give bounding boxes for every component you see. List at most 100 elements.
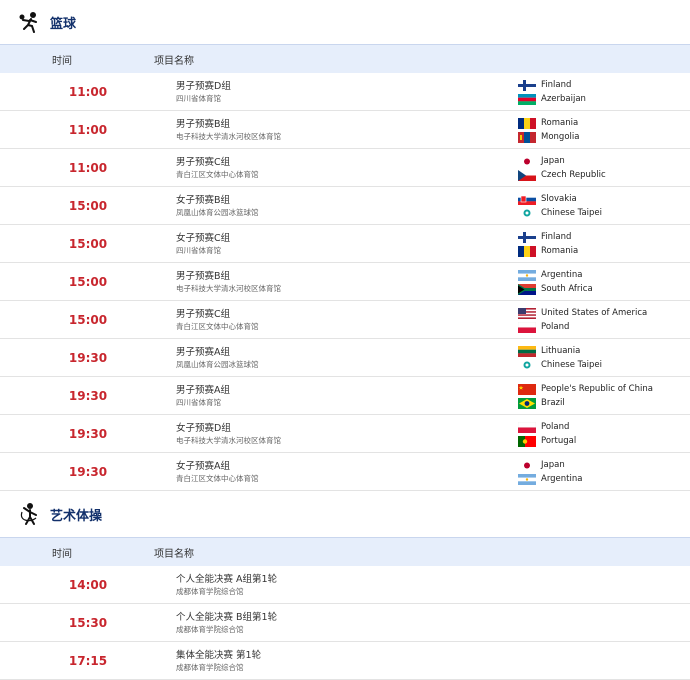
event-time: 15:00 [68,274,108,289]
event-time: 11:00 [68,84,108,99]
event-time: 11:00 [68,160,108,175]
team-entry: Mongolia [518,130,579,144]
venue-name: 成都体育学院综合馆 [176,662,244,672]
flag-finland-icon [518,79,536,91]
flag-japan-icon [518,459,536,471]
venue-name: 成都体育学院综合馆 [176,624,244,634]
team-name: Lithuania [541,346,581,356]
flag-poland-icon [518,421,536,433]
team-name: Finland [541,80,572,90]
section-title: 艺术体操 [50,508,103,524]
event-name: 男子预赛A组 [176,346,230,358]
flag-portugal-icon [518,435,536,447]
venue-name: 电子科技大学清水河校区体育馆 [176,435,281,445]
event-name: 女子预赛B组 [176,194,231,206]
team-entry: Brazil [518,396,653,410]
table-row[interactable]: 19:30 男子预赛A组 凤凰山体育公园冰篮球馆 Lithuania Chinese T… [0,339,690,377]
team-entry: Chinese Taipei [518,206,602,220]
table-row[interactable]: 19:30 男子预赛A组 四川省体育馆 People's Republic of Ch… [0,377,690,415]
event-time: 19:30 [68,464,108,479]
team-name: Finland [541,232,572,242]
flag-argentina-icon [518,269,536,281]
team-entry: Japan [518,154,606,168]
event-time: 14:00 [68,577,108,592]
event-time: 15:30 [68,615,108,630]
flag-chinese-taipei-icon [518,207,536,219]
matchup: Finland Azerbaijan [518,78,586,106]
event-name: 男子预赛B组 [176,270,231,282]
venue-name: 电子科技大学清水河校区体育馆 [176,131,281,141]
venue-name: 四川省体育馆 [176,245,221,255]
team-name: Chinese Taipei [541,208,603,218]
table-row[interactable]: 15:30 个人全能决赛 B组第1轮 成都体育学院综合馆 [0,604,690,642]
team-entry: Slovakia [518,192,602,206]
table-row[interactable]: 19:30 女子预赛D组 电子科技大学清水河校区体育馆 Poland Portugal [0,415,690,453]
table-row[interactable]: 15:00 女子预赛B组 凤凰山体育公园冰篮球馆 Slovakia Chinese Ta… [0,187,690,225]
event-time: 11:00 [68,122,108,137]
event-name: 男子预赛B组 [176,118,231,130]
table-header: 时间 项目名称 [0,44,690,73]
team-entry: Finland [518,78,586,92]
matchup: People's Republic of China Brazil [518,382,653,410]
team-entry: Argentina [518,268,593,282]
event-name: 个人全能决赛 B组第1轮 [176,611,278,623]
event-time: 15:00 [68,312,108,327]
venue-name: 电子科技大学清水河校区体育馆 [176,283,281,293]
team-name: Mongolia [541,132,580,142]
event-time: 15:00 [68,236,108,251]
table-row[interactable]: 15:00 女子预赛C组 四川省体育馆 Finland Romania [0,225,690,263]
event-name: 男子预赛A组 [176,384,230,396]
team-entry: People's Republic of China [518,382,653,396]
venue-name: 成都体育学院综合馆 [176,586,244,596]
event-time: 17:15 [68,653,108,668]
matchup: Finland Romania [518,230,578,258]
event-time: 19:30 [68,388,108,403]
team-name: People's Republic of China [541,384,653,394]
matchup: United States of America Poland [518,306,647,334]
team-entry: Argentina [518,472,582,486]
flag-romania-icon [518,117,536,129]
team-name: Slovakia [541,194,577,204]
table-row[interactable]: 11:00 男子预赛C组 青白江区文体中心体育馆 Japan Czech Republi… [0,149,690,187]
section-title: 篮球 [50,16,77,32]
table-row[interactable]: 19:30 女子预赛A组 青白江区文体中心体育馆 Japan Argentina [0,453,690,491]
column-header-time: 时间 [52,548,72,560]
table-row[interactable]: 15:00 男子预赛B组 电子科技大学清水河校区体育馆 Argentina South … [0,263,690,301]
team-entry: Poland [518,420,576,434]
venue-name: 凤凰山体育公园冰篮球馆 [176,359,259,369]
team-name: Chinese Taipei [541,360,603,370]
team-name: Poland [541,422,570,432]
team-name: Poland [541,322,570,332]
table-row[interactable]: 11:00 男子预赛D组 四川省体育馆 Finland Azerbaijan [0,73,690,111]
flag-japan-icon [518,155,536,167]
team-entry: Romania [518,116,579,130]
event-time: 19:30 [68,426,108,441]
column-header-event: 项目名称 [154,55,194,67]
flag-people-s-republic-of-china-icon [518,383,536,395]
event-name: 男子预赛D组 [176,80,231,92]
flag-romania-icon [518,245,536,257]
team-name: United States of America [541,308,648,318]
basketball-section-header: 篮球 [0,0,690,44]
flag-slovakia-icon [518,193,536,205]
venue-name: 凤凰山体育公园冰篮球馆 [176,207,259,217]
matchup: Slovakia Chinese Taipei [518,192,602,220]
event-time: 19:30 [68,350,108,365]
table-row[interactable]: 17:15 集体全能决赛 第1轮 成都体育学院综合馆 [0,642,690,680]
event-name: 女子预赛A组 [176,460,230,472]
flag-finland-icon [518,231,536,243]
table-row[interactable]: 11:00 男子预赛B组 电子科技大学清水河校区体育馆 Romania Mongolia [0,111,690,149]
team-entry: Chinese Taipei [518,358,602,372]
venue-name: 青白江区文体中心体育馆 [176,169,259,179]
team-name: Czech Republic [541,170,606,180]
team-entry: Azerbaijan [518,92,586,106]
flag-chinese-taipei-icon [518,359,536,371]
team-entry: Portugal [518,434,576,448]
team-entry: United States of America [518,306,647,320]
table-row[interactable]: 15:00 男子预赛C组 青白江区文体中心体育馆 United States of A… [0,301,690,339]
flag-united-states-of-america-icon [518,307,536,319]
event-name: 集体全能决赛 第1轮 [176,649,262,661]
event-time: 15:00 [68,198,108,213]
team-entry: Finland [518,230,578,244]
table-row[interactable]: 14:00 个人全能决赛 A组第1轮 成都体育学院综合馆 [0,566,690,604]
